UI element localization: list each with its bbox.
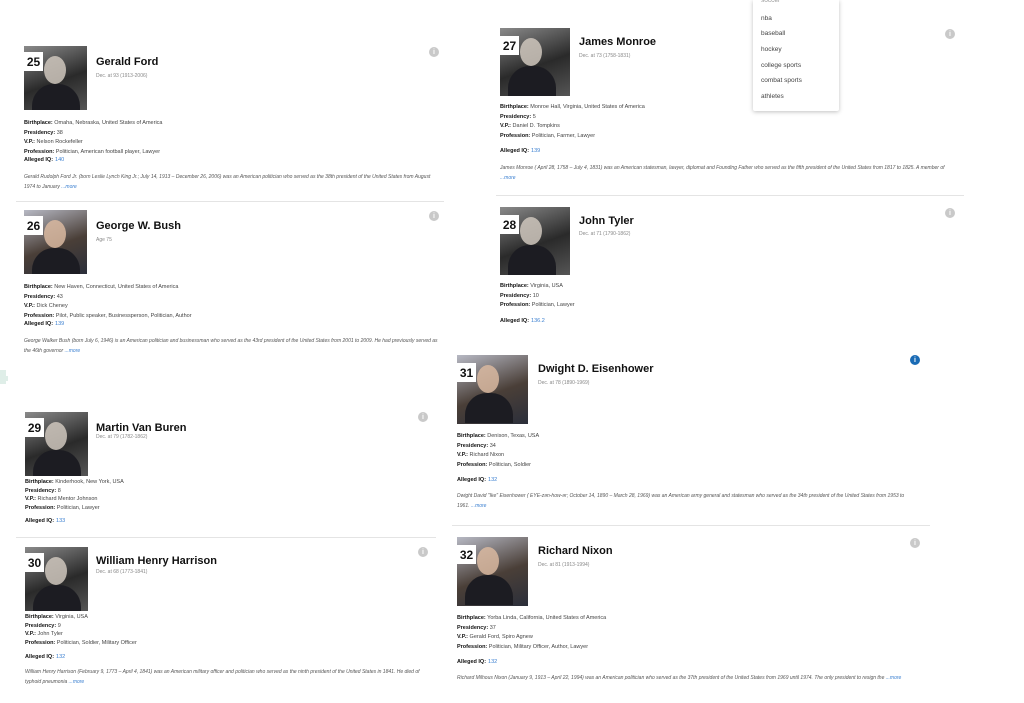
info-circle-icon[interactable]: i (910, 355, 920, 365)
president-number: 27 (500, 36, 519, 55)
more-link[interactable]: ...more (61, 184, 77, 190)
president-name[interactable]: Gerald Ford (96, 56, 158, 68)
more-link[interactable]: ...more (886, 675, 902, 681)
president-card: 30 William Henry Harrison Dec. at 68 (17… (25, 547, 435, 697)
president-dates: Dec. at 68 (1773-1841) (96, 569, 148, 575)
more-link[interactable]: ...more (69, 679, 85, 685)
president-name[interactable]: Dwight D. Eisenhower (538, 363, 654, 375)
president-card: 29 Martin Van Buren Dec. at 79 (1782-186… (25, 412, 435, 532)
more-link[interactable]: ...more (500, 175, 516, 181)
president-card: 27 James Monroe Dec. at 73 (1758-1831) i… (500, 28, 960, 188)
alleged-iq: Alleged IQ: 132 (457, 477, 498, 483)
president-bio: William Henry Harrison (February 9, 1773… (25, 669, 420, 685)
president-name[interactable]: Martin Van Buren (96, 422, 186, 434)
president-card: 25 Gerald Ford Dec. at 93 (1913-2006) i … (24, 46, 444, 196)
more-link[interactable]: ...more (471, 503, 487, 509)
president-name[interactable]: James Monroe (579, 36, 656, 48)
dropdown-item[interactable]: nba (761, 15, 772, 22)
dropdown-item[interactable]: baseball (761, 30, 785, 37)
alleged-iq: Alleged IQ: 132 (457, 659, 498, 665)
president-card: 28 John Tyler Dec. at 71 (1790-1862) i B… (500, 207, 960, 332)
president-facts: Birthplace: New Haven, Connecticut, Unit… (24, 284, 192, 319)
alleged-iq: Alleged IQ: 139 (500, 148, 541, 154)
info-circle-icon[interactable]: i (945, 29, 955, 39)
president-number: 32 (457, 545, 476, 564)
president-bio: George Walker Bush (born July 6, 1946) i… (24, 338, 438, 354)
dropdown-item[interactable]: athletes (761, 93, 784, 100)
president-dates: Dec. at 81 (1913-1994) (538, 562, 590, 568)
president-dates: Dec. at 78 (1890-1969) (538, 380, 590, 386)
president-facts: Birthplace: Denison, Texas, USA Presiden… (457, 433, 540, 468)
president-facts: Birthplace: Kinderhook, New York, USA Pr… (25, 479, 124, 511)
info-circle-icon[interactable]: i (418, 412, 428, 422)
president-facts: Birthplace: Monroe Hall, Virginia, Unite… (500, 104, 645, 139)
info-circle-icon[interactable]: i (945, 208, 955, 218)
president-facts: Birthplace: Omaha, Nebraska, United Stat… (24, 120, 163, 155)
president-bio: Dwight David "Ike" Eisenhower ( EYE-zən-… (457, 493, 905, 509)
dropdown-item[interactable]: soccer (761, 0, 780, 4)
president-dates: Dec. at 93 (1913-2006) (96, 73, 148, 79)
president-card: 26 George W. Bush Age 75 i Birthplace: N… (24, 210, 444, 360)
president-name[interactable]: John Tyler (579, 215, 634, 227)
president-dates: Dec. at 73 (1758-1831) (579, 53, 631, 59)
info-circle-icon[interactable]: i (910, 538, 920, 548)
president-facts: Birthplace: Yorba Linda, California, Uni… (457, 615, 607, 650)
alleged-iq: Alleged IQ: 132 (25, 654, 66, 660)
divider (16, 537, 436, 538)
president-facts: Birthplace: Virginia, USA Presidency: 10… (500, 283, 575, 309)
president-bio: Gerald Rudolph Ford Jr. (born Leslie Lyn… (24, 174, 431, 190)
president-number: 30 (25, 553, 44, 572)
president-name[interactable]: William Henry Harrison (96, 555, 217, 567)
info-circle-icon[interactable]: i (429, 47, 439, 57)
president-name[interactable]: Richard Nixon (538, 545, 613, 557)
divider (16, 201, 444, 202)
president-dates: Dec. at 71 (1790-1862) (579, 231, 631, 237)
alleged-iq: Alleged IQ: 140 (24, 157, 65, 163)
divider (452, 525, 930, 526)
president-card: 31 Dwight D. Eisenhower Dec. at 78 (1890… (457, 355, 927, 520)
info-circle-icon[interactable]: i (418, 547, 428, 557)
president-number: 31 (457, 363, 476, 382)
president-number: 28 (500, 215, 519, 234)
dropdown-item[interactable]: college sports (761, 62, 801, 69)
president-dates: Dec. at 79 (1782-1862) (96, 434, 148, 440)
president-bio: Richard Milhous Nixon (January 9, 1913 –… (457, 675, 902, 681)
dropdown-item[interactable]: combat sports (761, 77, 802, 84)
category-dropdown: soccer nba baseball hockey college sport… (753, 0, 839, 111)
president-number: 25 (24, 52, 43, 71)
more-link[interactable]: ...more (65, 348, 81, 354)
president-number: 26 (24, 216, 43, 235)
info-circle-icon[interactable]: i (429, 211, 439, 221)
alleged-iq: Alleged IQ: 139 (24, 321, 65, 327)
president-bio: James Monroe ( April 28, 1758 – July 4, … (500, 165, 945, 181)
president-dates: Age 75 (96, 237, 112, 243)
alleged-iq: Alleged IQ: 133 (25, 518, 66, 524)
divider (496, 195, 964, 196)
president-card: 32 Richard Nixon Dec. at 81 (1913-1994) … (457, 537, 927, 699)
alleged-iq: Alleged IQ: 136.2 (500, 318, 545, 324)
president-facts: Birthplace: Virginia, USA Presidency: 9 … (25, 614, 137, 646)
president-number: 29 (25, 418, 44, 437)
dropdown-item[interactable]: hockey (761, 46, 782, 53)
president-name[interactable]: George W. Bush (96, 220, 181, 232)
